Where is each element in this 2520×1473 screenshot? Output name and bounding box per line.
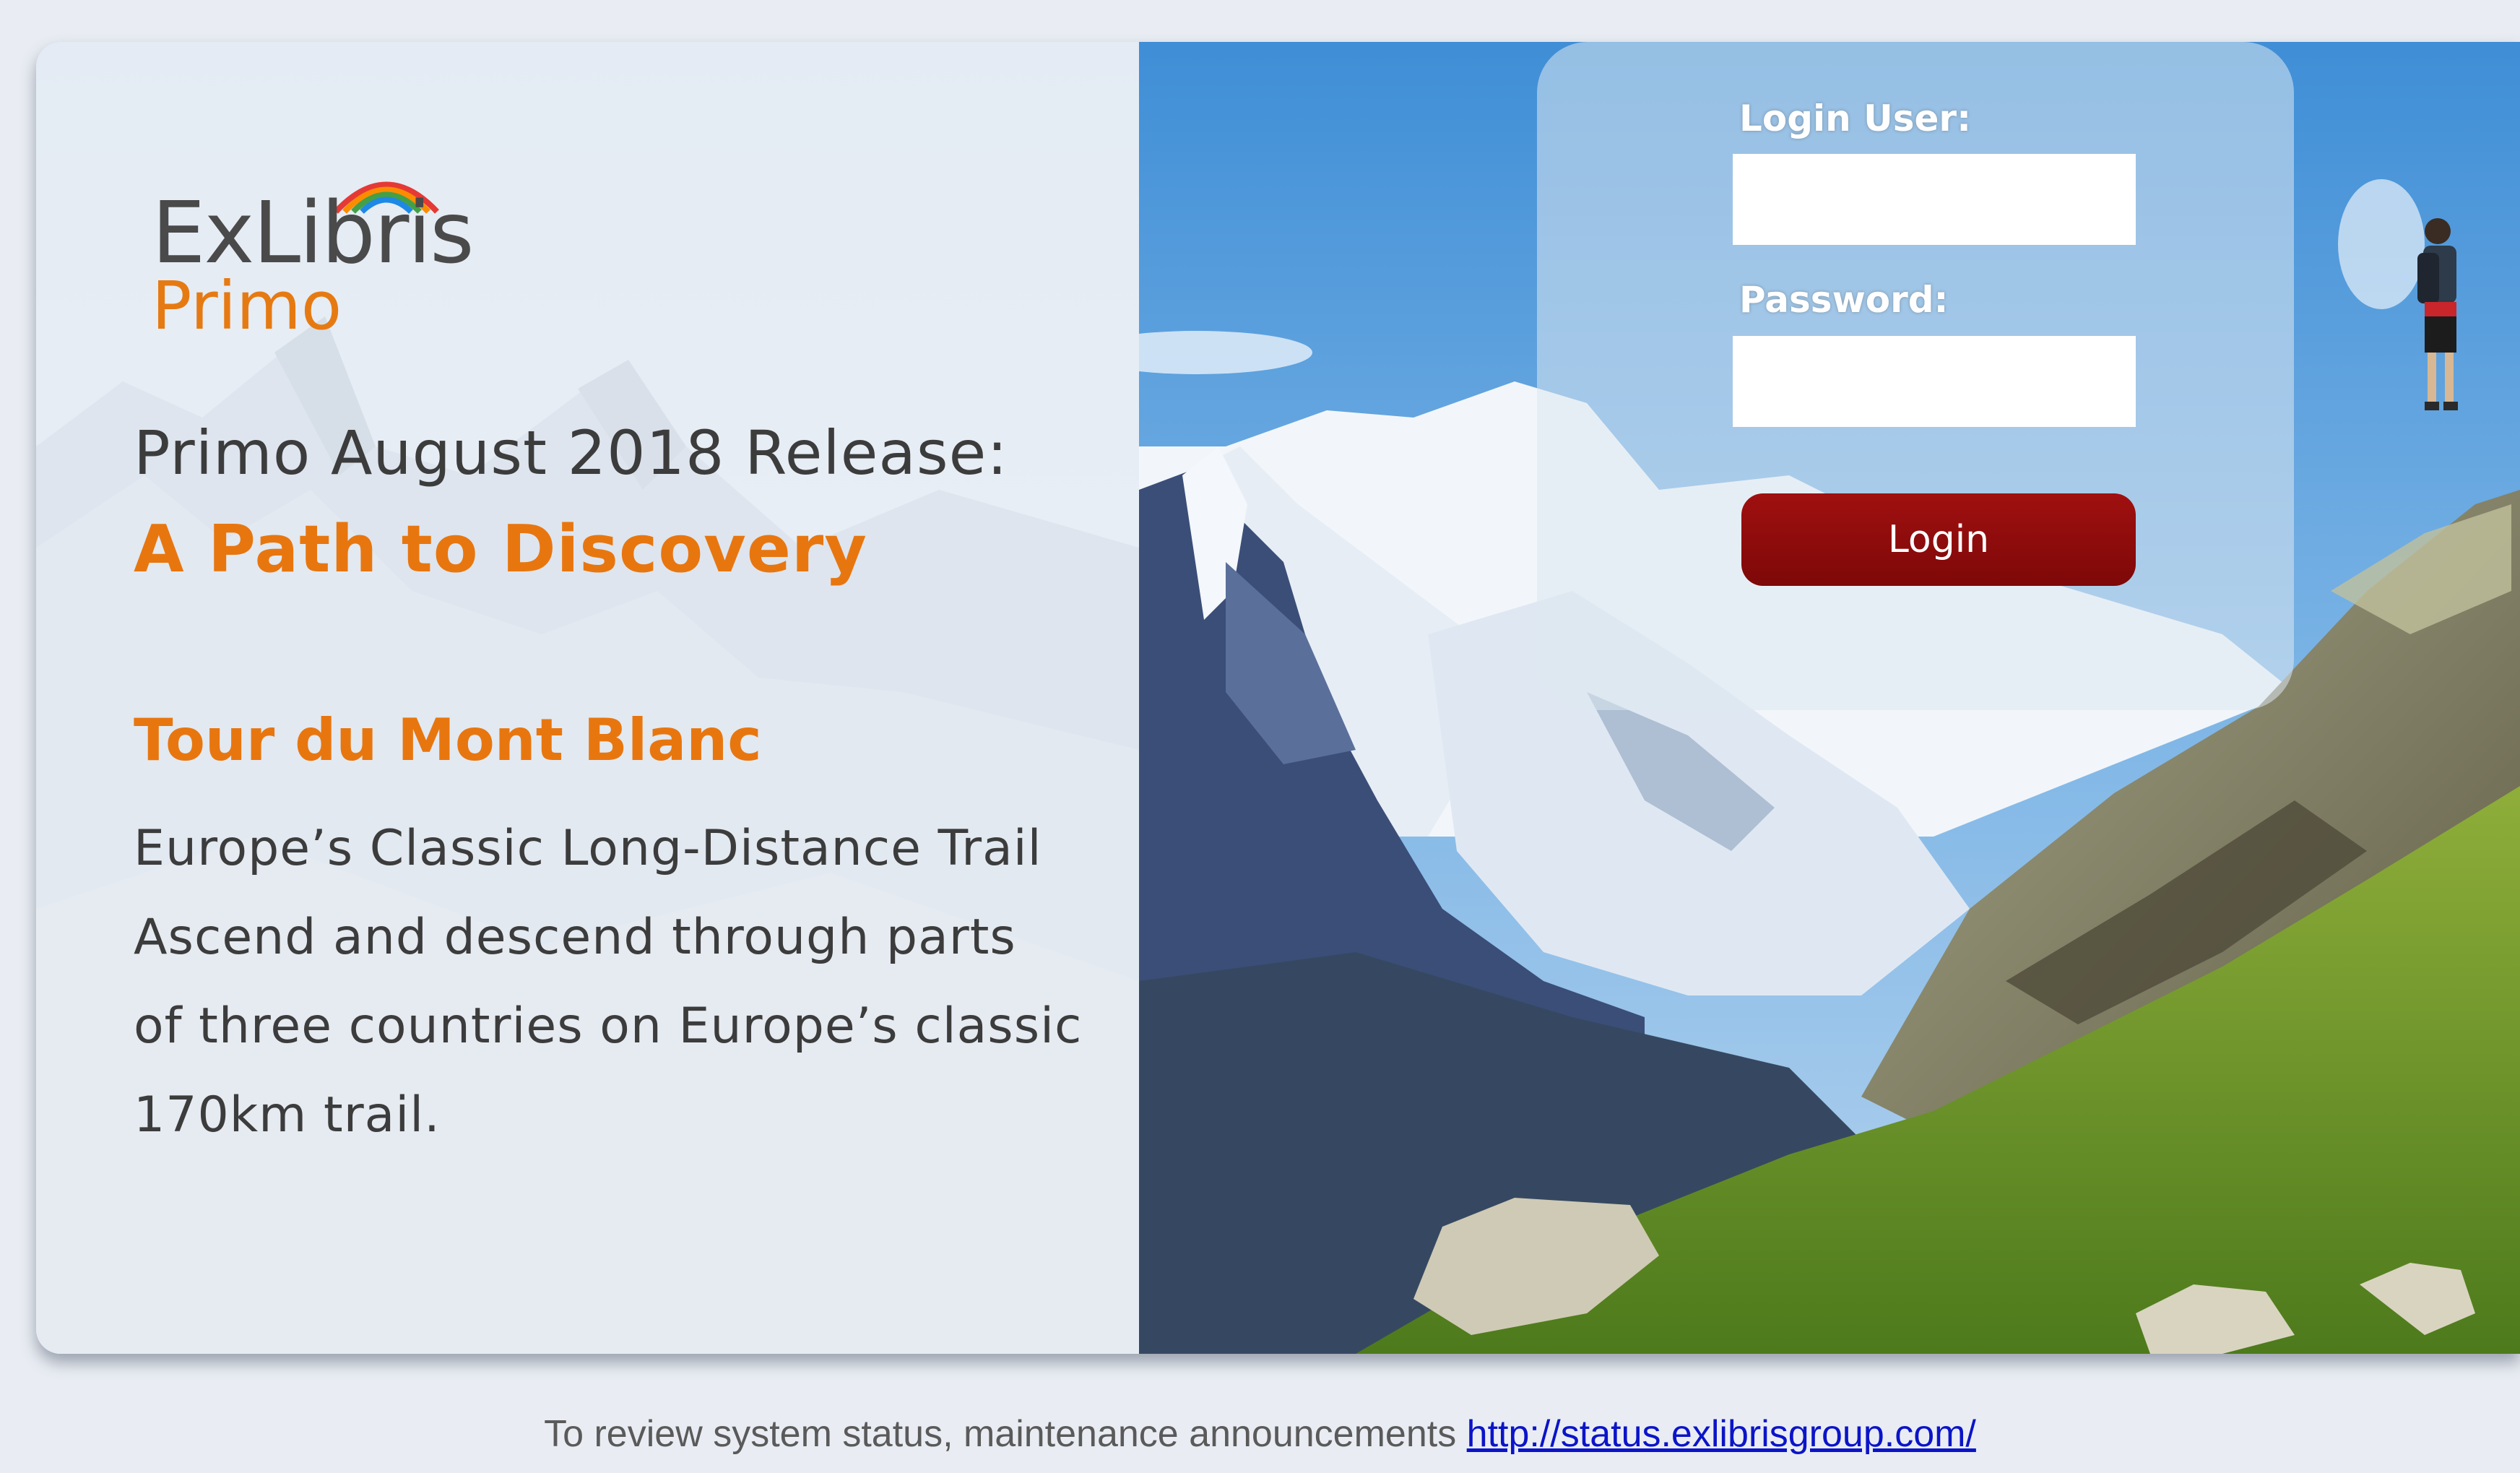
password-input[interactable] xyxy=(1733,336,2136,427)
release-tagline: A Path to Discovery xyxy=(134,511,867,587)
description-line: Ascend and descend through parts xyxy=(134,909,1016,966)
password-label: Password: xyxy=(1739,279,1949,321)
release-info-panel: ExLibris Primo Primo August 2018 Release… xyxy=(36,42,1139,1354)
description-line: of three countries on Europe’s classic xyxy=(134,998,1083,1055)
login-user-label: Login User: xyxy=(1739,98,1972,139)
description-line: Europe’s Classic Long-Distance Trail xyxy=(134,820,1042,877)
primo-wordmark: Primo xyxy=(152,267,342,345)
release-heading: Primo August 2018 Release: xyxy=(134,418,1008,488)
footer-text: To review system status, maintenance ann… xyxy=(544,1413,1457,1455)
trail-title: Tour du Mont Blanc xyxy=(134,707,762,774)
status-link[interactable]: http://status.exlibrisgroup.com/ xyxy=(1467,1413,1976,1455)
exlibris-primo-logo: ExLibris Primo xyxy=(152,129,527,360)
login-user-input[interactable] xyxy=(1733,154,2136,245)
description-line: 170km trail. xyxy=(134,1087,441,1144)
exlibris-wordmark: ExLibris xyxy=(152,183,475,282)
login-button[interactable]: Login xyxy=(1741,493,2136,586)
login-form-panel: Login User: Password: Login xyxy=(1537,42,2294,710)
trail-description: Europe’s Classic Long-Distance Trail Asc… xyxy=(134,804,1082,1159)
status-footer: To review system status, maintenance ann… xyxy=(0,1412,2520,1456)
